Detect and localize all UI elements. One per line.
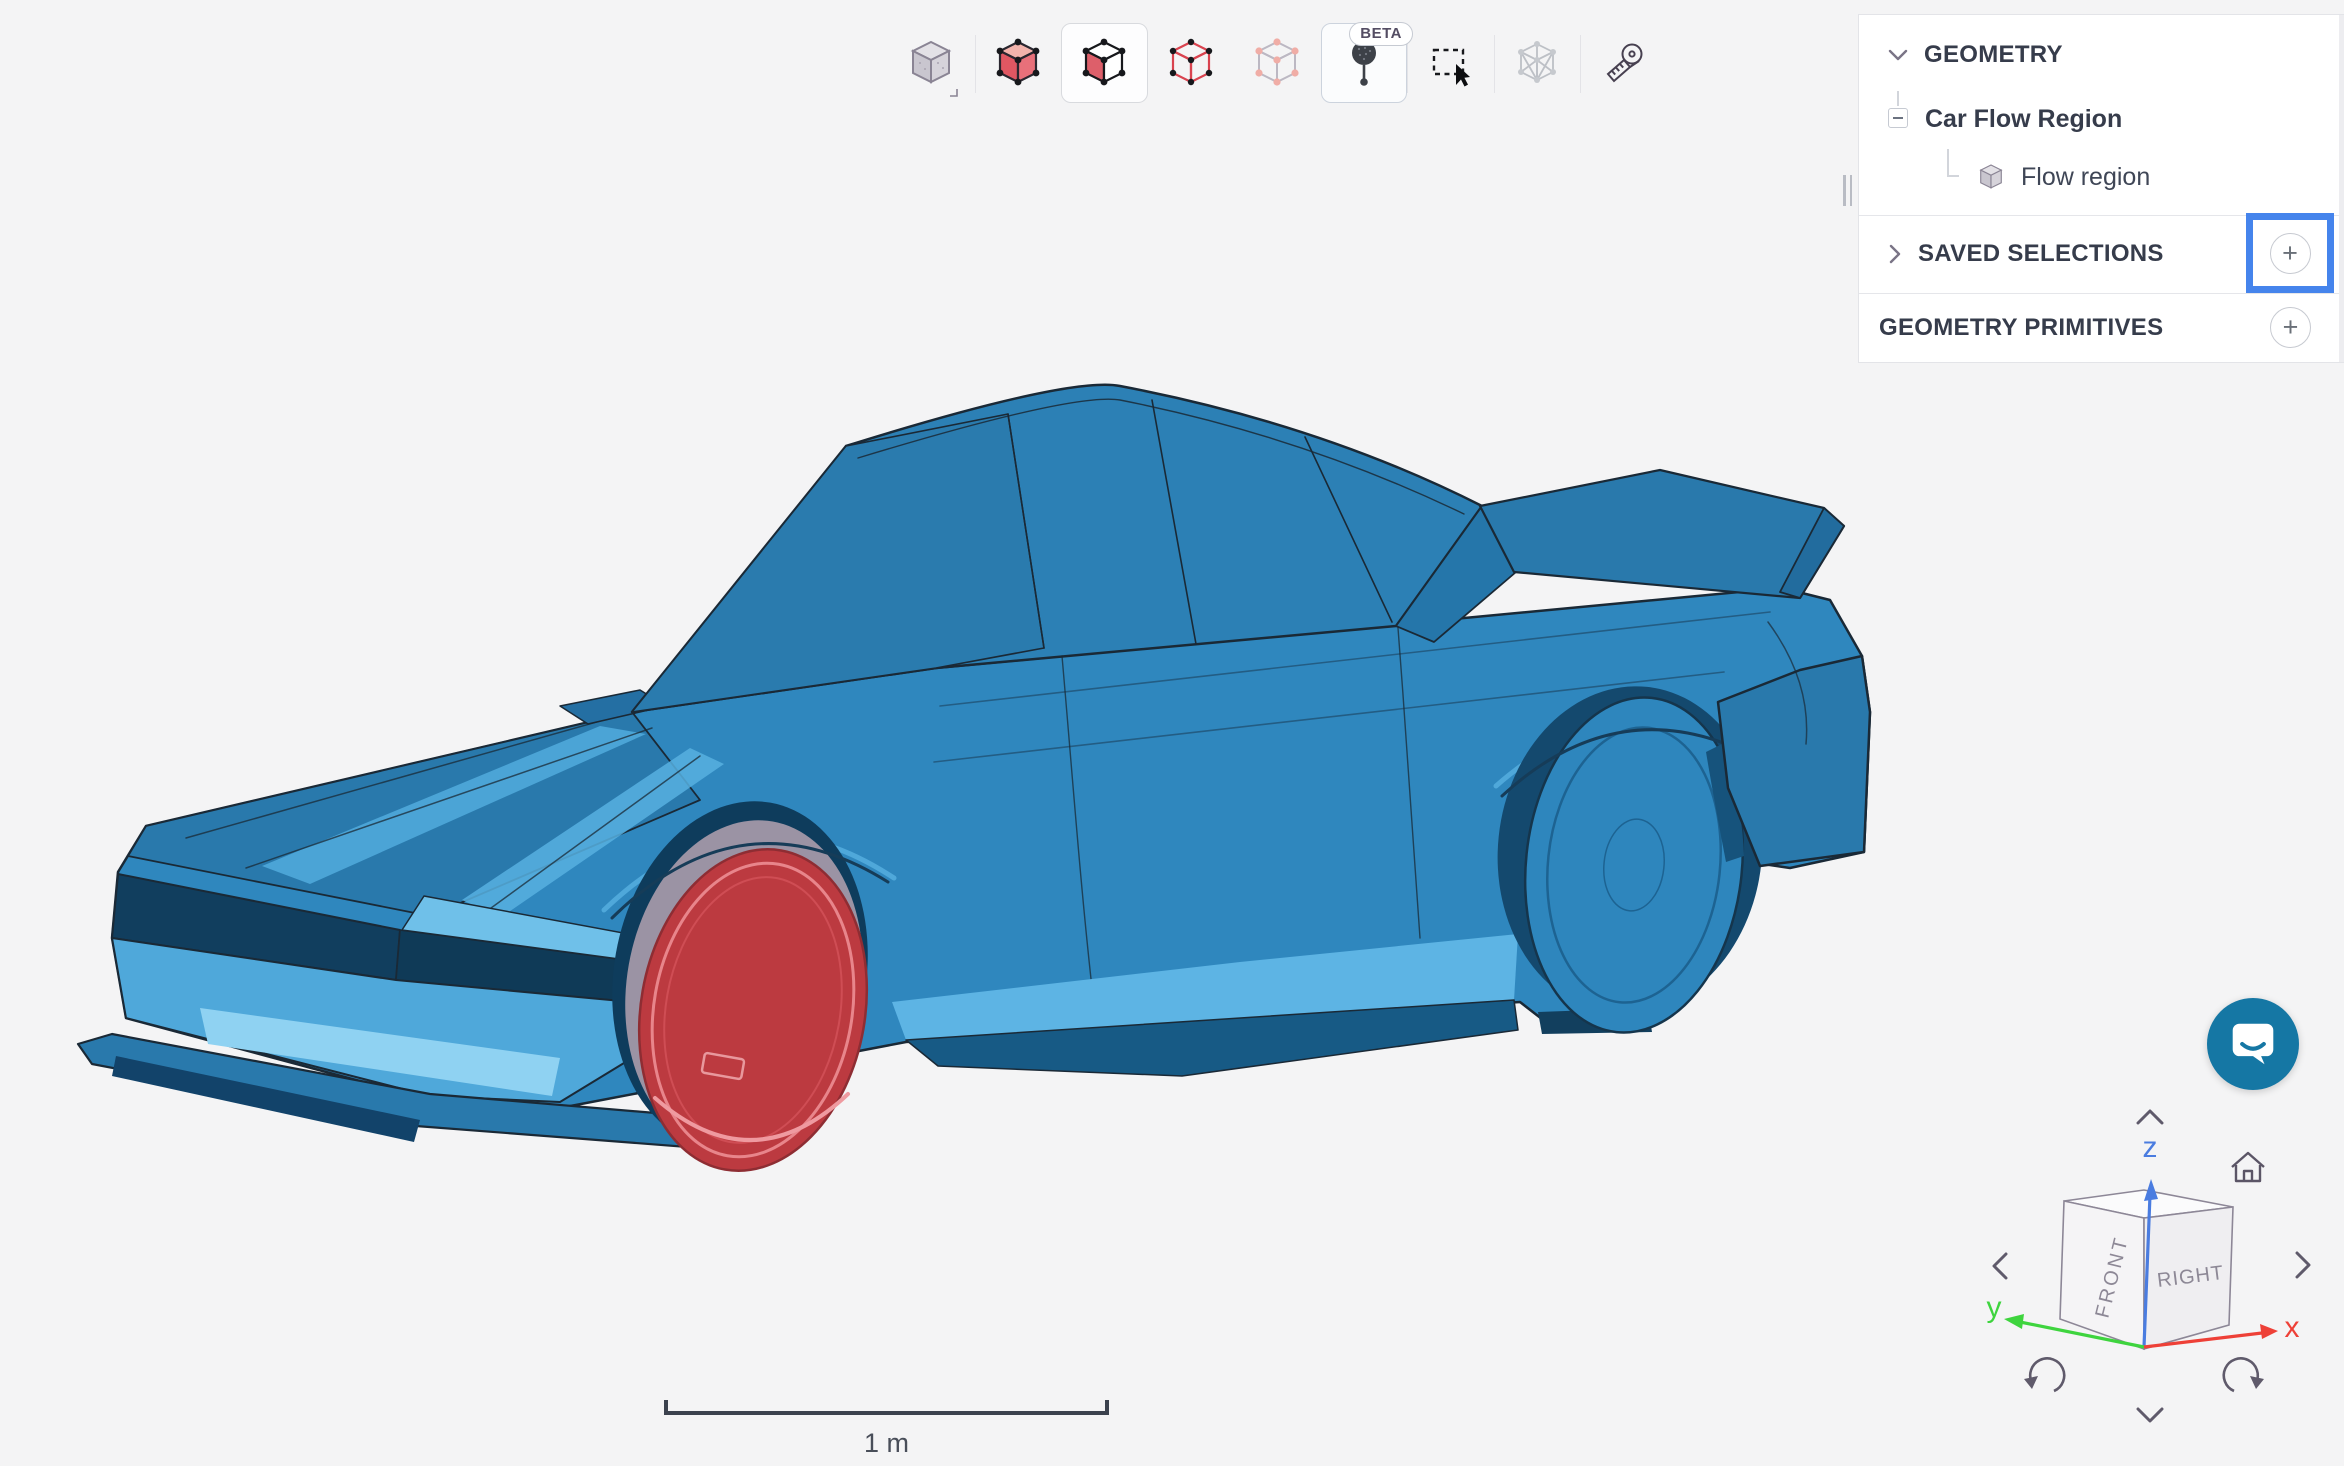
rotate-left-button[interactable]	[1994, 1254, 2006, 1278]
chevron-down-icon	[1888, 48, 1908, 62]
cube-face-red-icon	[1076, 35, 1132, 91]
selection-toolbar: BETA	[888, 23, 1667, 103]
add-geometry-primitive-button[interactable]: +	[2270, 307, 2311, 348]
tool-select-volume-button[interactable]	[975, 23, 1062, 103]
tool-box-select-button[interactable]	[1407, 23, 1494, 103]
geometry-section-header[interactable]: GEOMETRY	[1859, 35, 2344, 75]
axis-z-label: z	[2143, 1131, 2158, 1164]
panel-drag-handle[interactable]	[1843, 175, 1855, 206]
rotate-right-button[interactable]	[2297, 1253, 2309, 1277]
home-view-button[interactable]	[2232, 1153, 2264, 1181]
chat-launcher-button[interactable]	[2207, 998, 2299, 1090]
tape-measure-icon	[1595, 35, 1651, 91]
car-model[interactable]	[78, 385, 1870, 1189]
geometry-panel: GEOMETRY Car Flow Region Flow region SAV…	[1858, 14, 2344, 363]
marquee-cursor-icon	[1422, 35, 1478, 91]
tool-select-face-button[interactable]	[1061, 23, 1148, 103]
flow-region-cube-icon	[1975, 161, 2007, 193]
tool-probe-point-button[interactable]: BETA	[1321, 23, 1408, 103]
tree-connector	[1947, 175, 1959, 177]
focus-ring: +	[2246, 213, 2334, 293]
navigation-cube-widget: FRONT RIGHT z y x	[1968, 1095, 2320, 1435]
add-saved-selection-button[interactable]: +	[2270, 233, 2311, 274]
lattice-cube-icon	[1509, 35, 1565, 91]
cube-edges-red-icon	[1163, 35, 1219, 91]
cube-faces-red-icon	[990, 35, 1046, 91]
tool-select-edge-button[interactable]	[1148, 23, 1235, 103]
cube-solid-gray-icon	[903, 35, 959, 91]
axis-y-label: y	[1987, 1291, 2002, 1324]
scale-bar-line	[664, 1411, 1109, 1415]
dropdown-corner-icon	[949, 88, 959, 98]
plus-icon: +	[2283, 314, 2299, 341]
chat-bubble-icon	[2230, 1022, 2276, 1066]
beta-badge: BETA	[1349, 22, 1413, 46]
tree-connector	[1897, 91, 1899, 106]
tool-solid-view-button[interactable]	[888, 23, 975, 103]
tree-node-flow-region[interactable]: Flow region	[2021, 163, 2150, 192]
scale-bar-label: 1 m	[664, 1428, 1109, 1459]
cube-vertices-pink-icon	[1249, 35, 1305, 91]
chevron-right-icon	[1888, 244, 1902, 264]
scale-bar: 1 m	[664, 1398, 1109, 1464]
tree-node-car-flow-region[interactable]: Car Flow Region	[1925, 105, 2122, 134]
tree-connector	[1947, 149, 1949, 176]
geometry-header-label: GEOMETRY	[1924, 41, 2063, 69]
tool-select-vertex-button[interactable]	[1234, 23, 1321, 103]
tool-measure-button[interactable]	[1580, 23, 1667, 103]
roll-ccw-button[interactable]	[2024, 1358, 2064, 1391]
rotate-down-button[interactable]	[2138, 1409, 2162, 1421]
saved-selections-header-label: SAVED SELECTIONS	[1918, 240, 2164, 268]
panel-scrollbar[interactable]	[2339, 15, 2344, 362]
tool-select-assembly-button[interactable]	[1494, 23, 1581, 103]
roll-cw-button[interactable]	[2224, 1358, 2264, 1391]
application-window: BETA	[0, 0, 2344, 1466]
rotate-up-button[interactable]	[2138, 1111, 2162, 1123]
axis-x-label: x	[2285, 1311, 2300, 1344]
collapse-node-button[interactable]	[1888, 108, 1908, 128]
plus-icon: +	[2282, 240, 2298, 267]
geometry-primitives-header-label: GEOMETRY PRIMITIVES	[1879, 314, 2163, 342]
